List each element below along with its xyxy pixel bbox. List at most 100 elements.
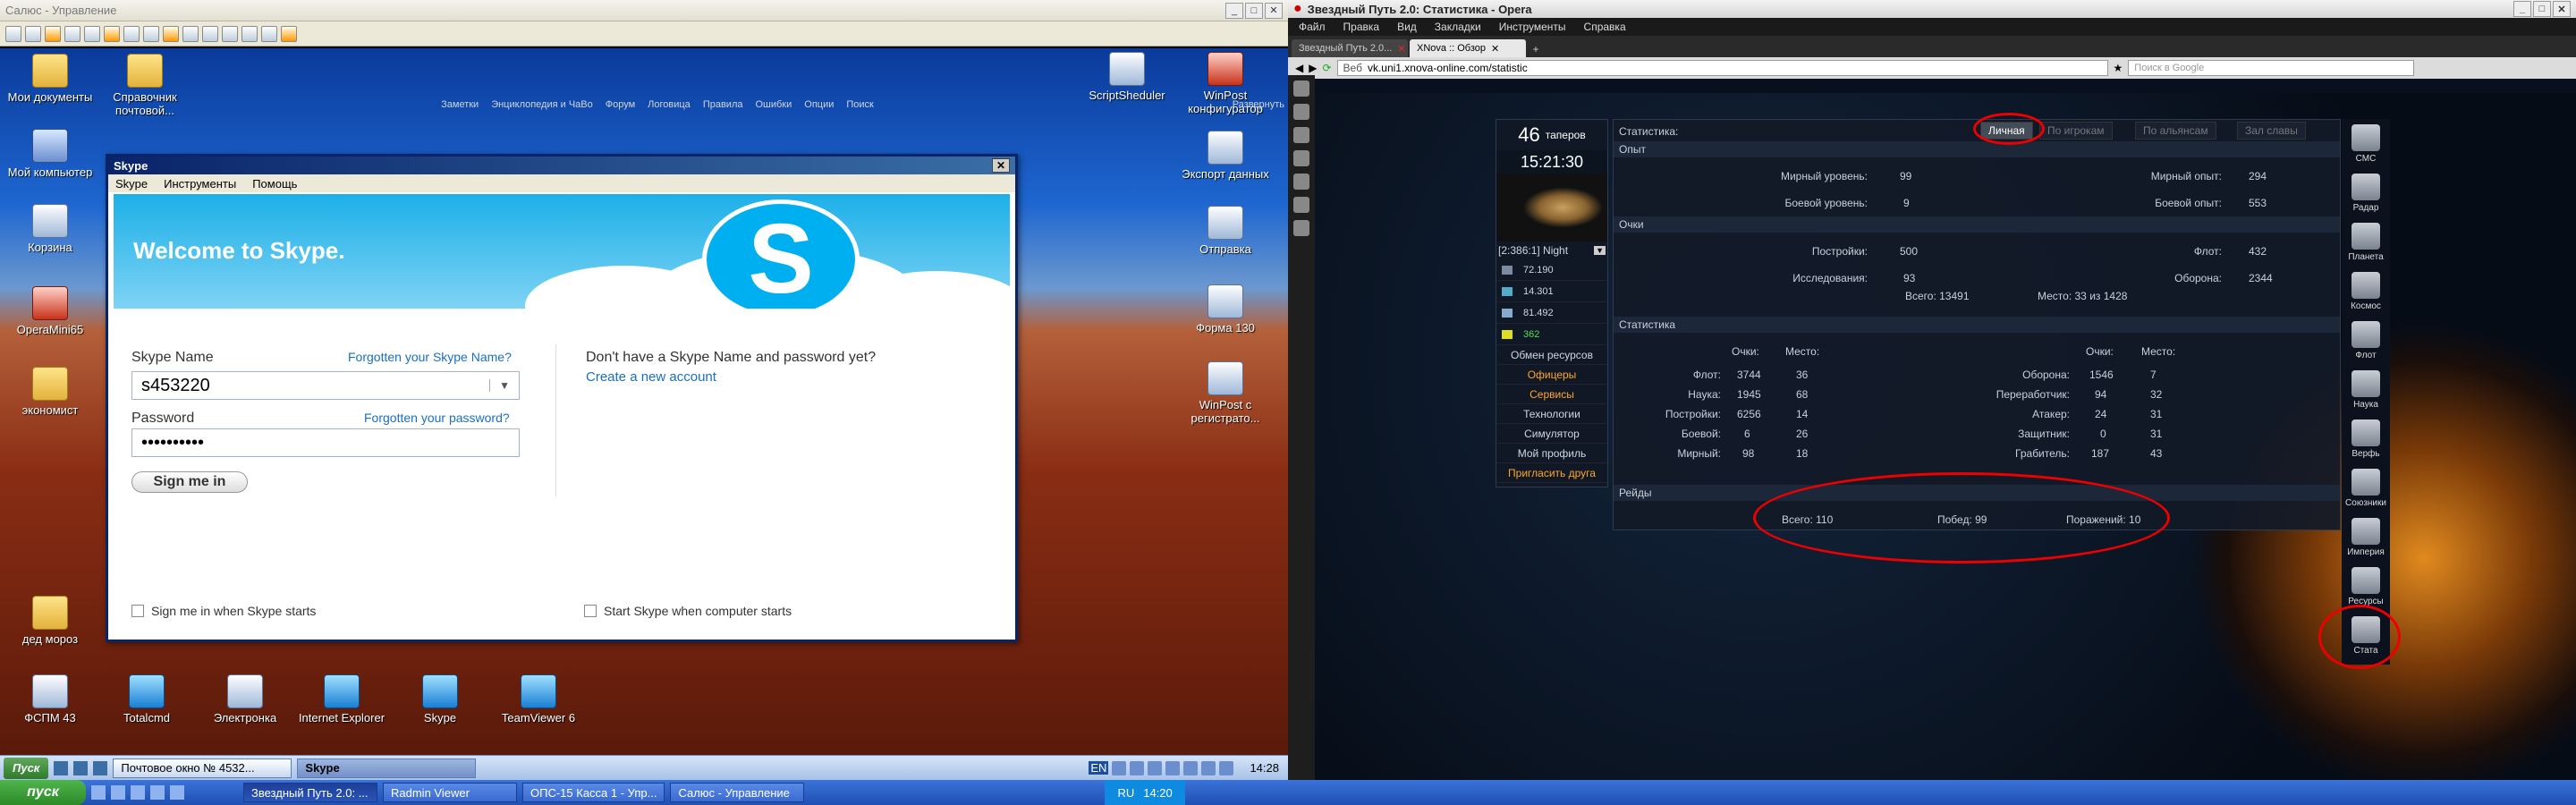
quicklaunch-icon[interactable] (111, 785, 125, 800)
menu-officers[interactable]: Офицеры (1496, 365, 1607, 385)
planet-select[interactable]: [2:386:1] Night ▼ (1496, 242, 1607, 259)
desktop-icon[interactable]: Форма 130 (1179, 284, 1272, 335)
nav-errors[interactable]: Ошибки (755, 99, 792, 110)
toolbar-icon[interactable] (222, 25, 238, 42)
toolbar-icon[interactable] (84, 25, 100, 42)
tray-icon[interactable] (1219, 760, 1234, 775)
toolbar-icon[interactable] (242, 25, 258, 42)
password-field[interactable]: •••••••••• (131, 428, 520, 457)
menu-edit[interactable]: Правка (1343, 21, 1380, 33)
checkbox-autostart[interactable]: Start Skype when computer starts (584, 604, 792, 618)
chevron-down-icon[interactable]: ▼ (489, 379, 510, 392)
quicklaunch-icon[interactable] (54, 760, 69, 775)
close-button[interactable]: ✕ (1265, 2, 1283, 19)
desktop-icon[interactable]: Отправка (1179, 206, 1272, 256)
toolbar-icon[interactable] (25, 25, 41, 42)
skype-titlebar[interactable]: Skype ✕ (108, 157, 1015, 174)
language-indicator[interactable]: EN (1089, 761, 1109, 775)
quicklaunch-icon[interactable] (170, 785, 184, 800)
create-account-link[interactable]: Create a new account (586, 369, 716, 385)
toolbar-icon[interactable] (64, 25, 80, 42)
desktop-icon[interactable]: Skype (394, 674, 487, 724)
tab-hall-of-fame[interactable]: Зал славы (2237, 122, 2306, 140)
menu-stats[interactable]: Стата (2342, 611, 2390, 660)
search-input[interactable]: Поиск в Google (2128, 60, 2415, 76)
nav-logovica[interactable]: Логовица (648, 99, 691, 110)
tab-personal[interactable]: Личная (1980, 122, 2033, 140)
desktop-icon[interactable]: WinPost с регистрато... (1179, 361, 1272, 425)
tray-icon[interactable] (1112, 760, 1127, 775)
tray-icon[interactable] (1183, 760, 1199, 775)
nav-encyclopedia[interactable]: Энциклопедия и ЧаВо (491, 99, 593, 110)
minimize-button[interactable]: _ (2513, 1, 2531, 17)
menu-sms[interactable]: СМС (2342, 119, 2390, 168)
taskbar-button[interactable]: Почтовое окно № 4532... (113, 758, 292, 778)
maximize-button[interactable]: □ (1245, 2, 1263, 19)
desktop-icon[interactable]: Корзина (4, 204, 97, 254)
toolbar-icon[interactable] (281, 25, 297, 42)
nav-options[interactable]: Опции (804, 99, 834, 110)
panel-icon[interactable] (1293, 127, 1309, 143)
tab-star-path[interactable]: Звездный Путь 2.0... ✕ (1292, 39, 1408, 57)
checkbox-autosignin[interactable]: Sign me in when Skype starts (131, 604, 316, 618)
menu-shipyard[interactable]: Верфь (2342, 414, 2390, 463)
menu-profile[interactable]: Мой профиль (1496, 444, 1607, 463)
chevron-down-icon[interactable]: ▼ (1594, 246, 1606, 255)
taskbar-button-ops[interactable]: ОПС-15 Касса 1 - Упр... (522, 783, 665, 802)
tray-icon[interactable] (1130, 760, 1145, 775)
minimize-button[interactable]: _ (1225, 2, 1243, 19)
tray-icon[interactable] (1165, 760, 1181, 775)
skype-name-field[interactable]: s453220 ▼ (131, 371, 520, 400)
toolbar-icon[interactable] (104, 25, 120, 42)
menu-planet[interactable]: Планета (2342, 217, 2390, 267)
nav-search[interactable]: Поиск (846, 99, 873, 110)
menu-simulator[interactable]: Симулятор (1496, 424, 1607, 444)
taskbar-button-radmin[interactable]: Radmin Viewer (383, 783, 517, 802)
bookmark-star-icon[interactable]: ★ (2114, 62, 2123, 74)
taskbar-button-salus[interactable]: Салюс - Управление (670, 783, 805, 802)
menu-tools[interactable]: Инструменты (164, 177, 236, 191)
close-icon[interactable]: ✕ (992, 158, 1010, 173)
toolbar-icon[interactable] (123, 25, 140, 42)
toolbar-icon[interactable] (45, 25, 61, 42)
desktop-icon[interactable]: Электронка (199, 674, 292, 724)
menu-file[interactable]: Файл (1299, 21, 1326, 33)
desktop-icon[interactable]: TeamViewer 6 (492, 674, 585, 724)
menu-resources[interactable]: Ресурсы (2342, 562, 2390, 611)
desktop-icon[interactable]: ScriptSheduler (1080, 52, 1174, 102)
toolbar-icon[interactable] (163, 25, 179, 42)
menu-services[interactable]: Сервисы (1496, 385, 1607, 404)
desktop-icon[interactable]: дед мороз (4, 596, 97, 646)
salus-window-titlebar[interactable]: Салюс - Управление _ □ ✕ (0, 0, 1288, 21)
sign-in-button[interactable]: Sign me in (131, 471, 248, 493)
toolbar-icon[interactable] (143, 25, 159, 42)
nav-forum[interactable]: Форум (606, 99, 635, 110)
panel-icon[interactable] (1293, 150, 1309, 166)
menu-skype[interactable]: Skype (115, 177, 148, 191)
quicklaunch-icon[interactable] (131, 785, 145, 800)
menu-help[interactable]: Справка (1584, 21, 1626, 33)
quicklaunch-icon[interactable] (150, 785, 165, 800)
bookmarks-panel-icon[interactable] (1293, 80, 1309, 97)
menu-fleet[interactable]: Флот (2342, 316, 2390, 365)
maximize-button[interactable]: □ (2533, 1, 2551, 17)
tab-xnova[interactable]: XNova :: Обзор ✕ (1410, 39, 1526, 57)
desktop-icon[interactable]: Totalcmd (100, 674, 193, 724)
panel-icon[interactable] (1293, 104, 1309, 120)
expand-link[interactable]: Развернуть (1233, 99, 1284, 110)
desktop-icon[interactable]: Internet Explorer (295, 674, 388, 724)
close-icon[interactable]: ✕ (1491, 43, 1499, 55)
forgot-name-link[interactable]: Forgotten your Skype Name? (348, 350, 512, 364)
opera-titlebar[interactable]: ● Звездный Путь 2.0: Статистика - Opera … (1288, 0, 2576, 18)
tray-icon[interactable] (1201, 760, 1216, 775)
panel-icon[interactable] (1293, 174, 1309, 190)
back-icon[interactable]: ◀ (1295, 62, 1303, 74)
close-icon[interactable]: ✕ (1397, 43, 1405, 55)
nav-notes[interactable]: Заметки (441, 99, 479, 110)
menu-bookmarks[interactable]: Закладки (1435, 21, 1481, 33)
forward-icon[interactable]: ▶ (1309, 62, 1317, 74)
start-button[interactable]: Пуск (4, 757, 49, 779)
tray-icon[interactable] (1148, 760, 1163, 775)
taskbar-button-opera[interactable]: Звездный Путь 2.0: ... (243, 783, 377, 802)
menu-allies[interactable]: Союзники (2342, 463, 2390, 513)
